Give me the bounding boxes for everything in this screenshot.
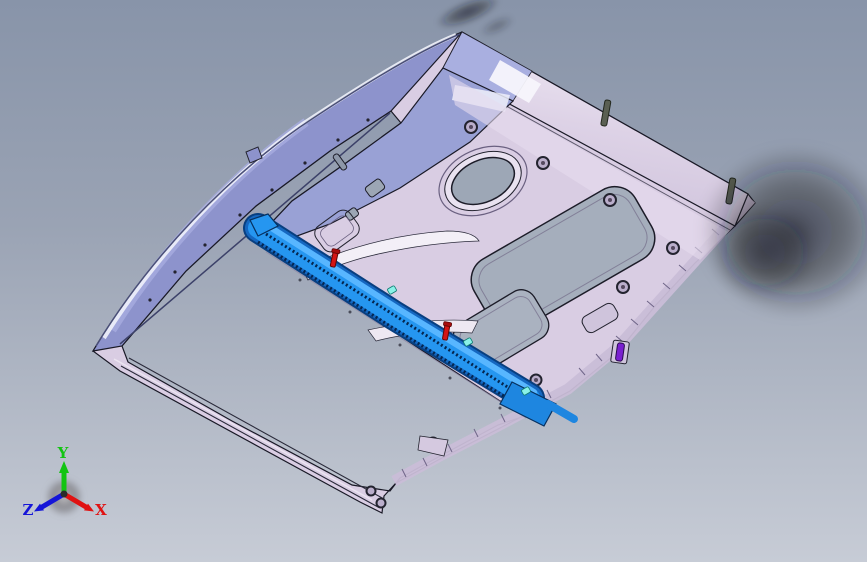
shadow-blob-right-core: [713, 206, 817, 298]
orientation-triad[interactable]: Y Z X: [23, 444, 108, 519]
cad-viewport[interactable]: Y Z X: [0, 0, 867, 562]
axis-x-label: X: [95, 501, 107, 519]
axis-y-arrowhead: [59, 461, 69, 473]
bolt-hole: [536, 156, 550, 170]
bolt-hole: [666, 241, 680, 255]
axis-z-label: Z: [23, 501, 34, 519]
axis-y-label: Y: [57, 444, 69, 462]
bolt-hole: [375, 497, 387, 509]
triad-origin: [60, 490, 68, 498]
door-assembly-model[interactable]: [91, 31, 756, 514]
cad-canvas[interactable]: Y Z X: [0, 0, 867, 562]
sill-highlight: [113, 358, 373, 501]
corner-bracket: [417, 435, 449, 457]
bolt-hole: [365, 485, 377, 497]
bolt-hole: [603, 193, 617, 207]
door-edge-clip[interactable]: [610, 339, 630, 365]
bolt-hole: [464, 120, 478, 134]
bolt-hole: [616, 280, 630, 294]
